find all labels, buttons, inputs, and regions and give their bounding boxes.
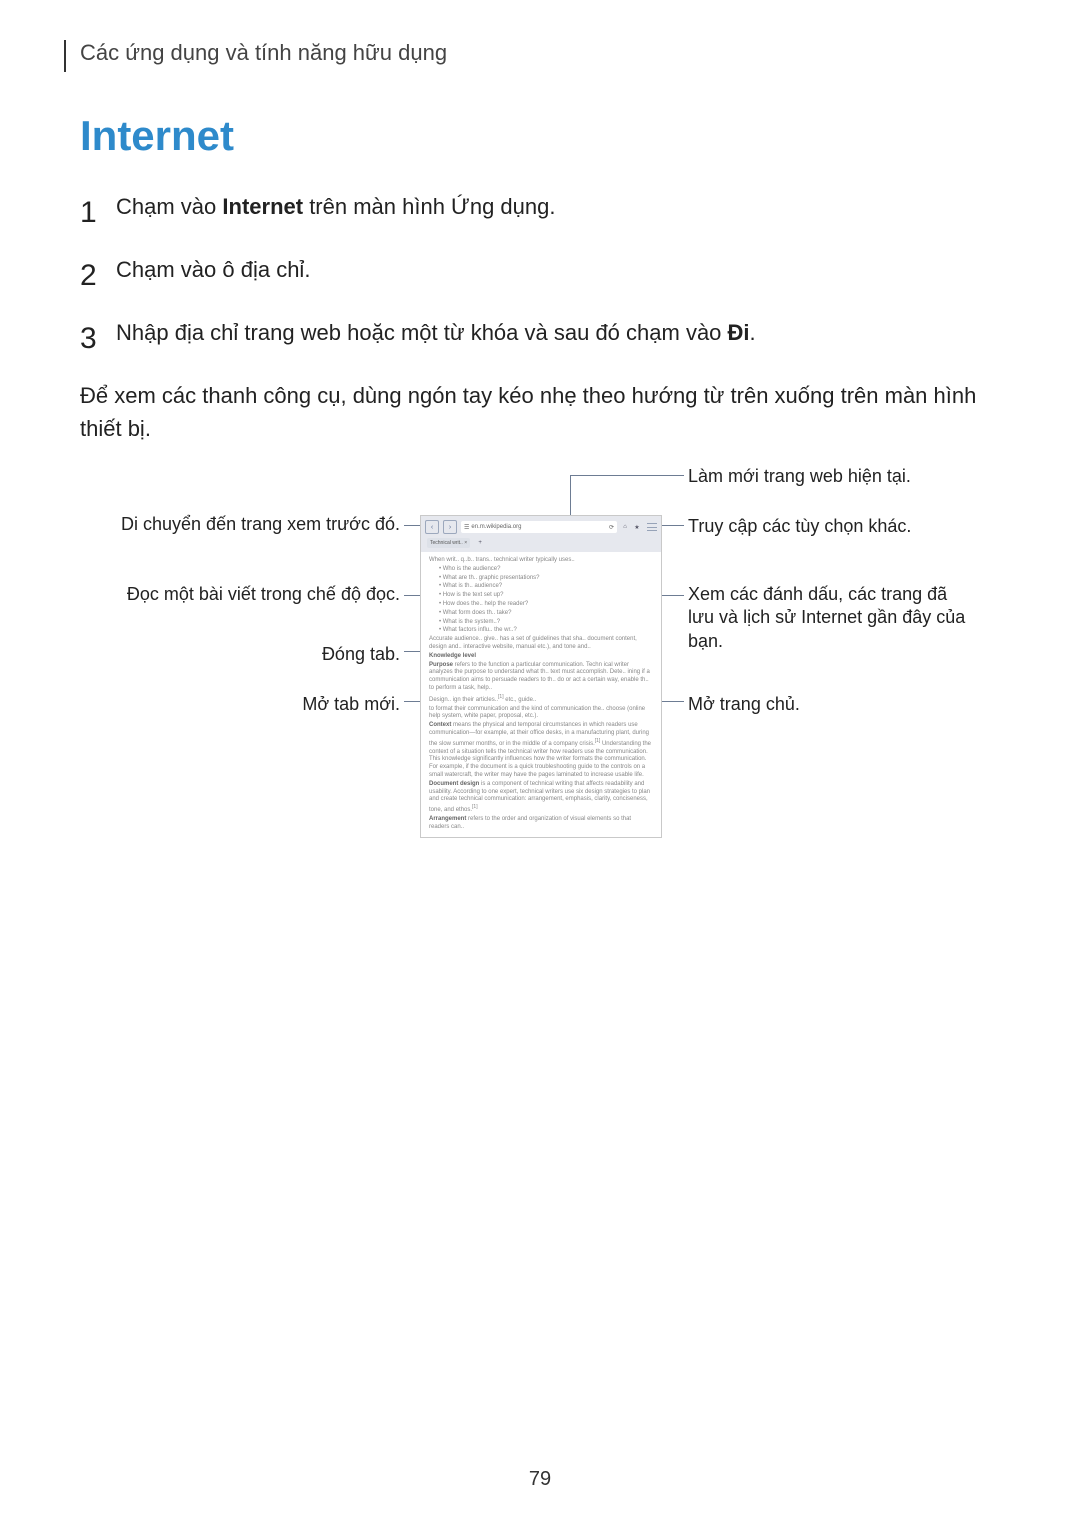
step-text: Chạm vào Internet trên màn hình Ứng dụng… [116, 190, 555, 223]
bookmarks-icon: ★ [633, 524, 641, 531]
refresh-icon: ⟳ [609, 524, 614, 531]
callout-more-options: Truy cập các tùy chọn khác. [688, 515, 911, 538]
step-number: 1 [80, 190, 116, 235]
step-text: Nhập địa chỉ trang web hoặc một từ khóa … [116, 316, 756, 349]
breadcrumb: Các ứng dụng và tính năng hữu dụng [64, 40, 1000, 72]
callout-previous-page: Di chuyển đến trang xem trước đó. [121, 513, 400, 536]
reader-icon: ☰ [464, 524, 469, 531]
back-icon: ‹ [425, 520, 439, 534]
step-number: 3 [80, 316, 116, 361]
step-1: 1 Chạm vào Internet trên màn hình Ứng dụ… [80, 190, 1000, 235]
callout-reader-mode: Đọc một bài viết trong chế độ đọc. [127, 583, 400, 606]
forward-icon: › [443, 520, 457, 534]
browser-screenshot: ‹ › ☰ en.m.wikipedia.org ⟳ ⌂ ★ Technical… [420, 515, 662, 838]
callout-refresh: Làm mới trang web hiện tại. [688, 465, 911, 488]
step-3: 3 Nhập địa chỉ trang web hoặc một từ khó… [80, 316, 1000, 361]
callout-new-tab: Mở tab mới. [302, 693, 400, 716]
step-2: 2 Chạm vào ô địa chỉ. [80, 253, 1000, 298]
address-bar: ☰ en.m.wikipedia.org ⟳ [461, 521, 617, 533]
step-text: Chạm vào ô địa chỉ. [116, 253, 310, 286]
figure: Di chuyển đến trang xem trước đó. Đọc mộ… [80, 475, 1000, 915]
body-paragraph: Để xem các thanh công cụ, dùng ngón tay … [80, 379, 1000, 445]
step-number: 2 [80, 253, 116, 298]
callout-bookmarks-history: Xem các đánh dấu, các trang đã lưu và lị… [688, 583, 968, 653]
page-content: When writ.. q..b.. trans.. technical wri… [421, 552, 661, 837]
callout-close-tab: Đóng tab. [322, 643, 400, 666]
home-icon: ⌂ [621, 524, 629, 530]
tab-chip: Technical writ.. × [427, 538, 470, 548]
new-tab-icon: + [476, 540, 484, 546]
page-number: 79 [0, 1468, 1080, 1491]
url-text: en.m.wikipedia.org [471, 524, 521, 530]
close-icon: × [464, 540, 467, 546]
callout-home: Mở trang chủ. [688, 693, 800, 716]
menu-icon [645, 521, 657, 533]
page-title: Internet [80, 112, 1000, 160]
